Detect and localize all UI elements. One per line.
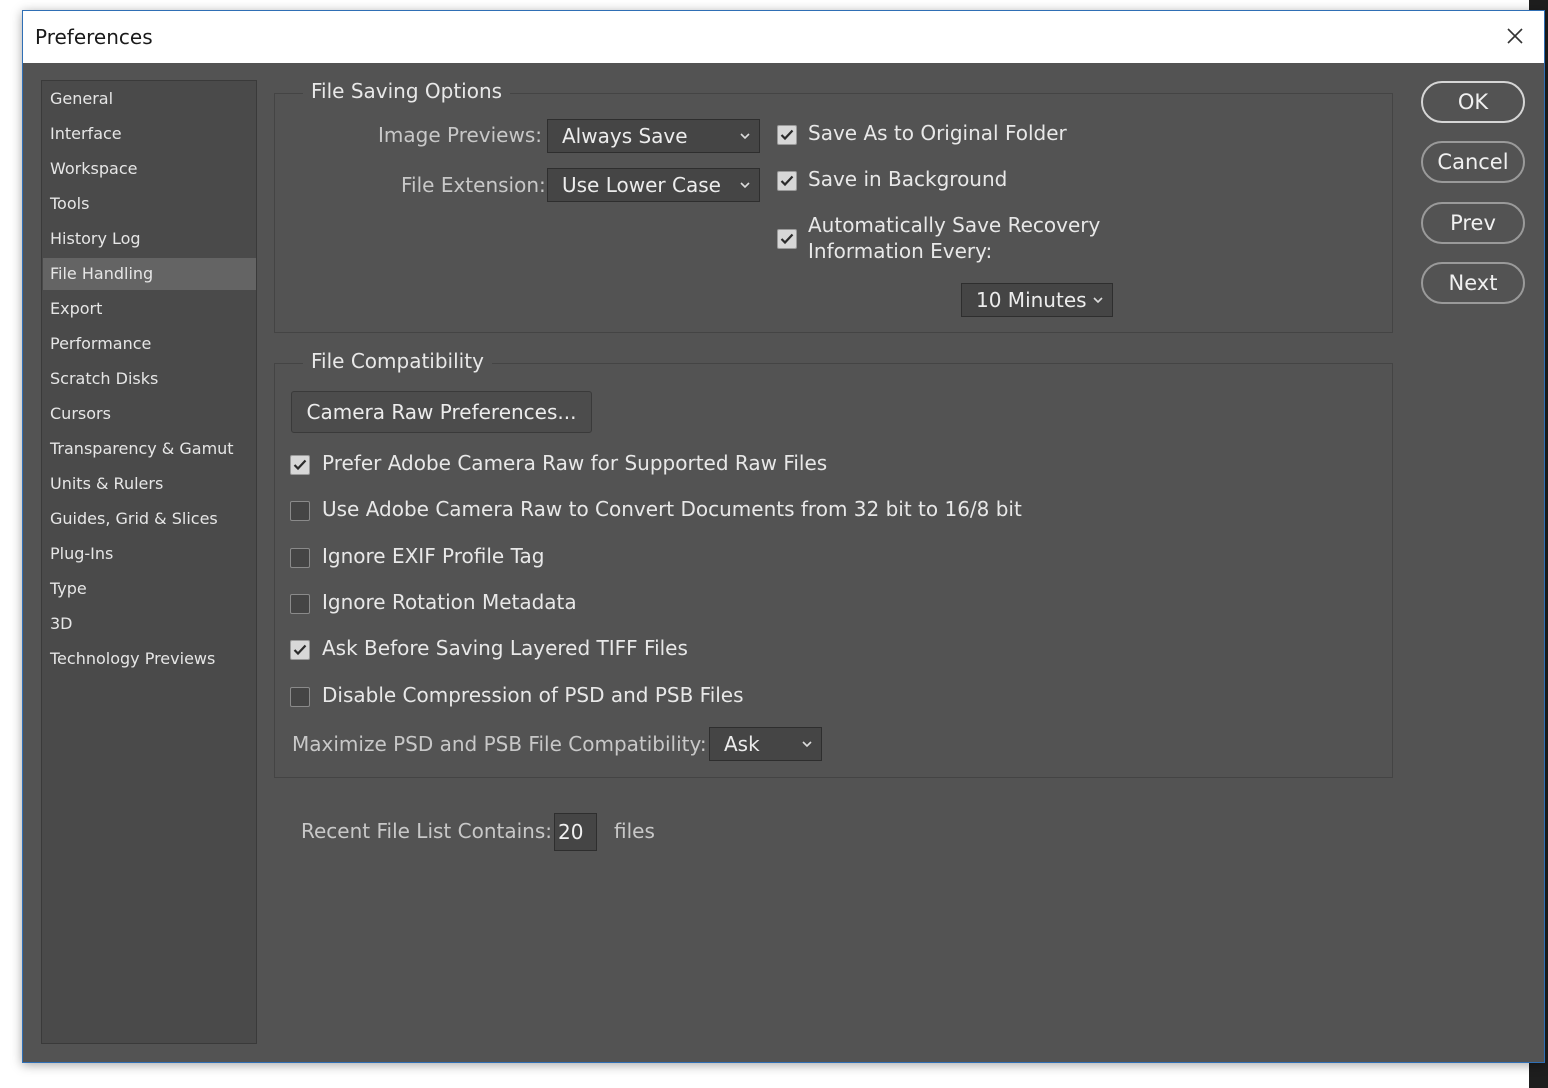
chevron-down-icon <box>802 741 812 748</box>
auto-save-interval-select[interactable]: 10 Minutes <box>961 283 1113 317</box>
auto-save-interval-value: 10 Minutes <box>976 288 1087 312</box>
image-previews-select[interactable]: Always Save <box>547 119 760 153</box>
sidebar-item-export[interactable]: Export <box>43 293 256 325</box>
sidebar-item-workspace[interactable]: Workspace <box>43 153 256 185</box>
sidebar-item-cursors[interactable]: Cursors <box>43 398 256 430</box>
title-bar: Preferences <box>23 11 1544 63</box>
maximize-compatibility-select[interactable]: Ask <box>709 727 822 761</box>
sidebar-item-scratch-disks[interactable]: Scratch Disks <box>43 363 256 395</box>
sidebar-item-guides-grid-slices[interactable]: Guides, Grid & Slices <box>43 503 256 535</box>
disable-compression-checkbox[interactable] <box>290 687 310 707</box>
save-original-folder-checkbox[interactable] <box>777 125 797 145</box>
save-original-folder-label[interactable]: Save As to Original Folder <box>808 121 1067 145</box>
sidebar-item-transparency-gamut[interactable]: Transparency & Gamut <box>43 433 256 465</box>
camera-raw-preferences-button[interactable]: Camera Raw Preferences... <box>291 391 592 433</box>
use-camera-raw-convert-checkbox[interactable] <box>290 501 310 521</box>
checkmark-icon <box>293 644 307 656</box>
sidebar-item-3d[interactable]: 3D <box>43 608 256 640</box>
ignore-exif-checkbox[interactable] <box>290 548 310 568</box>
file-compatibility-legend: File Compatibility <box>303 349 492 373</box>
next-button[interactable]: Next <box>1421 262 1525 304</box>
sidebar-item-history-log[interactable]: History Log <box>43 223 256 255</box>
checkmark-icon <box>293 459 307 471</box>
window-title: Preferences <box>35 25 153 49</box>
ignore-rotation-label[interactable]: Ignore Rotation Metadata <box>322 590 577 614</box>
sidebar-item-technology-previews[interactable]: Technology Previews <box>43 643 256 675</box>
maximize-compatibility-label: Maximize PSD and PSB File Compatibility: <box>292 732 707 756</box>
ignore-exif-label[interactable]: Ignore EXIF Profile Tag <box>322 544 544 568</box>
ask-layered-tiff-checkbox[interactable] <box>290 640 310 660</box>
chevron-down-icon <box>1093 297 1103 304</box>
sidebar-item-performance[interactable]: Performance <box>43 328 256 360</box>
image-previews-label: Image Previews: <box>378 123 543 147</box>
recent-file-suffix: files <box>614 819 655 843</box>
sidebar-item-type[interactable]: Type <box>43 573 256 605</box>
checkmark-icon <box>780 233 794 245</box>
chevron-down-icon <box>740 133 750 140</box>
file-extension-label: File Extension: <box>401 173 546 197</box>
maximize-compatibility-value: Ask <box>724 732 760 756</box>
checkmark-icon <box>780 175 794 187</box>
recent-file-list-label: Recent File List Contains: <box>301 819 552 843</box>
use-camera-raw-convert-label[interactable]: Use Adobe Camera Raw to Convert Document… <box>322 497 1022 521</box>
close-button[interactable] <box>1502 23 1528 49</box>
close-icon <box>1507 28 1523 44</box>
sidebar-item-interface[interactable]: Interface <box>43 118 256 150</box>
file-extension-value: Use Lower Case <box>562 173 721 197</box>
cancel-button[interactable]: Cancel <box>1421 141 1525 183</box>
prev-button[interactable]: Prev <box>1421 202 1525 244</box>
sidebar-item-tools[interactable]: Tools <box>43 188 256 220</box>
disable-compression-label[interactable]: Disable Compression of PSD and PSB Files <box>322 683 744 707</box>
auto-save-checkbox[interactable] <box>777 229 797 249</box>
ask-layered-tiff-label[interactable]: Ask Before Saving Layered TIFF Files <box>322 636 688 660</box>
save-background-checkbox[interactable] <box>777 171 797 191</box>
ok-button[interactable]: OK <box>1421 81 1525 123</box>
save-background-label[interactable]: Save in Background <box>808 167 1007 191</box>
auto-save-label-line2[interactable]: Information Every: <box>808 239 992 263</box>
category-sidebar: General Interface Workspace Tools Histor… <box>41 80 257 1044</box>
recent-file-count-input[interactable] <box>554 813 597 851</box>
sidebar-item-general[interactable]: General <box>43 83 256 115</box>
sidebar-item-plug-ins[interactable]: Plug-Ins <box>43 538 256 570</box>
file-extension-select[interactable]: Use Lower Case <box>547 168 760 202</box>
file-saving-options-legend: File Saving Options <box>303 79 511 103</box>
prefer-camera-raw-checkbox[interactable] <box>290 455 310 475</box>
image-previews-value: Always Save <box>562 124 688 148</box>
auto-save-label-line1[interactable]: Automatically Save Recovery <box>808 213 1100 237</box>
ignore-rotation-checkbox[interactable] <box>290 594 310 614</box>
prefer-camera-raw-label[interactable]: Prefer Adobe Camera Raw for Supported Ra… <box>322 451 827 475</box>
chevron-down-icon <box>740 182 750 189</box>
checkmark-icon <box>780 129 794 141</box>
sidebar-item-file-handling[interactable]: File Handling <box>43 258 256 290</box>
sidebar-item-units-rulers[interactable]: Units & Rulers <box>43 468 256 500</box>
preferences-dialog: Preferences General Interface Workspace … <box>22 10 1545 1063</box>
